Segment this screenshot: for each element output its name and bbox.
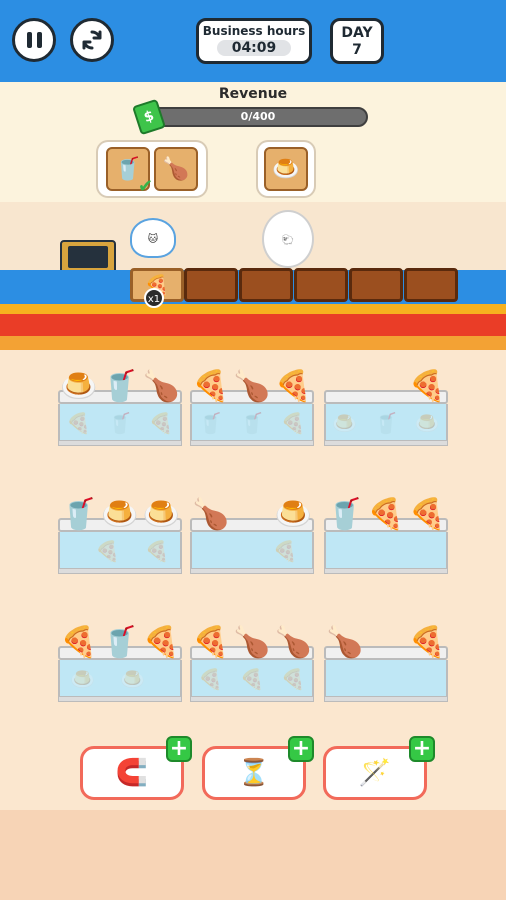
sheep-customer: 🐑: [262, 210, 314, 268]
display-shelf[interactable]: 🥤 🍕 🍕: [324, 488, 448, 576]
pudding-icon: 🍮: [264, 147, 308, 191]
day-value: 7: [352, 42, 362, 58]
pizza-icon[interactable]: 🍕: [274, 364, 312, 408]
chicken-nugget-icon: 🍗: [154, 147, 198, 191]
pudding-icon[interactable]: 🍮: [60, 364, 98, 408]
empty-slot: [233, 492, 271, 536]
pizza-slice-icon[interactable]: 🍕: [192, 620, 230, 664]
chicken-nugget-icon[interactable]: 🍗: [326, 620, 364, 664]
display-shelf[interactable]: 🍗 🍕: [324, 616, 448, 704]
conveyor-slot[interactable]: [404, 268, 458, 302]
display-shelf[interactable]: 🍕 🍕 🍕 🍕 🍗 🍗: [190, 616, 314, 704]
conveyor-slot[interactable]: [349, 268, 403, 302]
revenue-label: Revenue: [218, 86, 288, 102]
empty-slot: [367, 620, 405, 664]
add-magnet-button[interactable]: +: [166, 736, 192, 762]
cat-customer: 🐱: [130, 218, 176, 258]
check-icon: ✔: [138, 176, 154, 197]
pudding-hidden-item: 🍮: [414, 411, 440, 435]
pizza-slice-icon[interactable]: 🍕: [60, 620, 98, 664]
pizza-hidden-item: 🍕: [148, 411, 174, 435]
chicken-nugget-icon[interactable]: 🍗: [192, 492, 230, 536]
coffee-cup-icon[interactable]: 🥤: [101, 620, 139, 664]
pizza-slice-hidden-item: 🍕: [198, 667, 224, 691]
business-hours: Business hours 04:09: [196, 18, 312, 64]
conveyor-slot[interactable]: [294, 268, 348, 302]
revenue-progress-text: 0/400: [240, 110, 276, 123]
pizza-slice-icon[interactable]: 🍕: [408, 364, 446, 408]
display-shelf[interactable]: 🍮 🍮 🍕 🥤 🍕: [58, 616, 182, 704]
pudding-hidden-item: 🍮: [119, 667, 145, 691]
display-shelf[interactable]: 🍕 🍗 🍮: [190, 488, 314, 576]
pudding-icon[interactable]: 🍮: [101, 492, 139, 536]
restart-icon: [82, 30, 102, 50]
magic-wand-icon: 🪄: [358, 758, 392, 788]
add-magic-wand-button[interactable]: +: [409, 736, 435, 762]
pizza-hidden-item: 🍕: [280, 411, 306, 435]
conveyor-slot[interactable]: [184, 268, 238, 302]
hourglass-icon: ⏳: [237, 758, 271, 788]
coffee-cup-hidden-item: 🥤: [239, 411, 265, 435]
day-label: DAY: [341, 25, 373, 41]
display-shelf[interactable]: 🥤 🥤 🍕 🍕 🍗 🍕: [190, 360, 314, 448]
coffee-cup-icon: 🥤 ✔: [106, 147, 153, 197]
order-bubble-sheep: 🍮: [258, 142, 314, 196]
business-hours-timer: 04:09: [217, 40, 291, 56]
conveyor-count-badge: x1: [144, 288, 164, 308]
pause-icon: [26, 32, 42, 48]
order-bubble-cat: 🥤 ✔ 🍗: [98, 142, 206, 197]
pizza-icon[interactable]: 🍕: [192, 364, 230, 408]
coffee-cup-hidden-item: 🥤: [373, 411, 399, 435]
pizza-hidden-item: 🍕: [66, 411, 92, 435]
chicken-nugget-icon[interactable]: 🍗: [142, 364, 180, 408]
magnet-icon: 🧲: [115, 758, 149, 788]
display-shelf[interactable]: 🍕 🥤 🍕 🍮 🥤 🍗: [58, 360, 182, 448]
pudding-icon[interactable]: 🍮: [274, 492, 312, 536]
top-bar: Business hours 04:09 DAY 7: [0, 0, 506, 82]
restart-button[interactable]: [70, 18, 114, 62]
business-hours-label: Business hours: [202, 24, 306, 38]
revenue-progress-bar: 0/400: [148, 107, 368, 127]
empty-slot: [367, 364, 405, 408]
chicken-nugget-icon[interactable]: 🍗: [233, 364, 271, 408]
coffee-cup-icon[interactable]: 🥤: [326, 492, 364, 536]
coffee-cup-icon[interactable]: 🥤: [60, 492, 98, 536]
display-shelf[interactable]: 🍕 🍕 🥤 🍮 🍮: [58, 488, 182, 576]
pizza-hidden-item: 🍕: [239, 667, 265, 691]
pizza-slice-icon[interactable]: 🍕: [408, 492, 446, 536]
add-hourglass-button[interactable]: +: [288, 736, 314, 762]
coffee-cup-hidden-item: 🥤: [107, 411, 133, 435]
coffee-cup-hidden-item: 🥤: [198, 411, 224, 435]
pizza-slice-icon[interactable]: 🍕: [142, 620, 180, 664]
pizza-icon[interactable]: 🍕: [408, 620, 446, 664]
day-counter: DAY 7: [330, 18, 384, 64]
chicken-nugget-icon[interactable]: 🍗: [233, 620, 271, 664]
pause-button[interactable]: [12, 18, 56, 62]
pudding-hidden-item: 🍮: [70, 667, 96, 691]
pudding-icon[interactable]: 🍮: [142, 492, 180, 536]
chicken-nugget-icon[interactable]: 🍗: [274, 620, 312, 664]
pizza-icon[interactable]: 🍕: [367, 492, 405, 536]
pizza-hidden-item: 🍕: [280, 667, 306, 691]
pizza-hidden-item: 🍕: [144, 539, 170, 563]
floor: [0, 810, 506, 900]
coffee-cup-icon[interactable]: 🥤: [101, 364, 139, 408]
display-shelf[interactable]: 🍮 🥤 🍮 🍕: [324, 360, 448, 448]
pudding-hidden-item: 🍮: [332, 411, 358, 435]
conveyor-slot[interactable]: [239, 268, 293, 302]
pizza-hidden-item: 🍕: [95, 539, 120, 563]
empty-slot: [326, 364, 364, 408]
pizza-slice-hidden-item: 🍕: [272, 539, 298, 563]
